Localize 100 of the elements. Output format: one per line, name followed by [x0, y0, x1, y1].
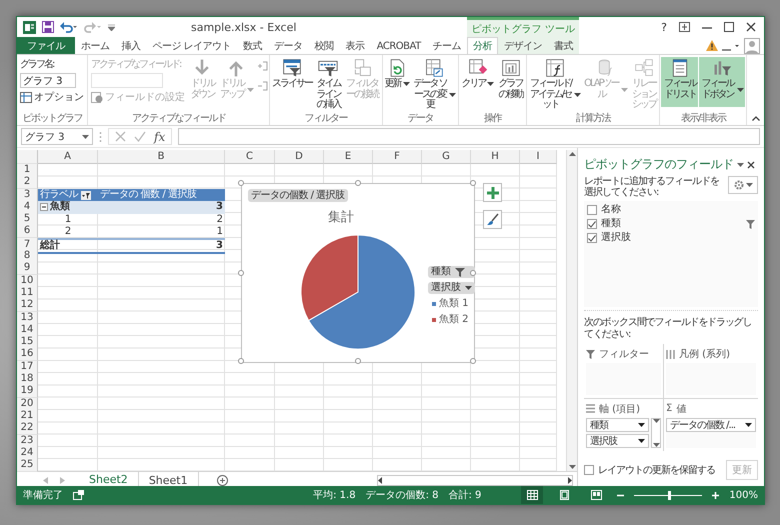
area-label: フィルター — [599, 348, 649, 361]
ribbon-tab[interactable]: 書式 — [548, 37, 580, 54]
ribbon-button[interactable]: 更新 — [384, 57, 411, 107]
chart-name-field[interactable]: グラフ 3 — [20, 73, 76, 88]
insert-function-button[interactable]: fx — [154, 130, 166, 144]
ribbon-button[interactable]: スライサー — [271, 57, 314, 107]
row-number: 10 — [17, 274, 38, 288]
tools-button[interactable] — [728, 176, 758, 194]
customize-icon[interactable] — [108, 24, 115, 30]
checkbox[interactable] — [587, 219, 597, 229]
field-name[interactable]: 選択肢 — [601, 232, 755, 244]
ribbon-tab[interactable]: チーム — [426, 37, 468, 54]
ribbon-tab[interactable]: 挿入 — [116, 37, 146, 54]
zoom-level[interactable]: 100% — [729, 490, 758, 500]
row-number: 4 — [17, 200, 38, 214]
active-field-input[interactable] — [91, 73, 163, 88]
macro-record-icon[interactable] — [73, 490, 84, 500]
zoom-thumb[interactable] — [668, 490, 672, 500]
view-button[interactable] — [521, 486, 544, 504]
row-number: 23 — [17, 434, 38, 448]
file-tab[interactable]: ファイル — [17, 37, 75, 54]
field-name[interactable]: 名称 — [601, 204, 755, 216]
ribbon-tab[interactable]: ホーム — [75, 37, 116, 54]
drop-area[interactable]: データの個数 /... — [666, 418, 756, 448]
close-icon[interactable] — [746, 160, 754, 168]
caret-icon — [745, 422, 752, 426]
status-stat[interactable]: 平均: 1.8 — [313, 488, 356, 502]
caret-icon — [568, 465, 576, 470]
caret-icon — [746, 183, 752, 187]
caret-icon — [247, 88, 254, 92]
pill-scrollbar[interactable] — [651, 418, 661, 448]
ribbon-tab[interactable]: 数式 — [237, 37, 268, 54]
chart-styles-button[interactable] — [483, 210, 502, 229]
maximize-icon[interactable] — [724, 22, 734, 32]
options-button[interactable]: オプション — [20, 90, 84, 104]
drop-area[interactable]: 種類 選択肢 — [586, 418, 661, 448]
ribbon-tab[interactable]: ACROBAT — [370, 37, 427, 54]
ribbon-button[interactable]: フィールドリスト — [661, 57, 698, 107]
axis-field-button[interactable]: 種類 — [428, 266, 475, 278]
add-sheet-icon[interactable] — [216, 474, 228, 486]
timeline-funnel-icon — [317, 58, 340, 78]
group-label: フィルター — [304, 112, 349, 125]
undo-icon[interactable] — [60, 21, 78, 33]
ribbon-button[interactable]: タイムラインの挿入 — [314, 57, 343, 112]
chart-area[interactable]: データの個数 / 選択肢 集計 種類 選択肢 魚類 1 魚類 2 — [241, 183, 475, 363]
save-icon[interactable] — [42, 21, 54, 33]
ribbon-button[interactable]: データ ソースの変更 — [412, 57, 458, 112]
collapse-icon[interactable] — [40, 203, 48, 212]
area-label: 凡例 (系列) — [679, 348, 730, 361]
formula-input[interactable] — [178, 128, 760, 145]
row-number: 5 — [17, 213, 38, 226]
field-pill[interactable]: 選択肢 — [586, 434, 649, 448]
chart-elements-button[interactable] — [483, 183, 502, 202]
row-number: 24 — [17, 446, 38, 460]
excel-logo-icon[interactable] — [23, 20, 36, 34]
ribbon-tab[interactable]: デザイン — [498, 37, 548, 54]
ribbon-button[interactable]: クリア — [460, 57, 496, 107]
field-pill[interactable]: 種類 — [586, 418, 649, 432]
ribbon-tab[interactable]: ページ レイアウト — [146, 37, 238, 54]
collapse-field-icon — [256, 81, 268, 91]
checkbox[interactable] — [584, 465, 594, 475]
field-name[interactable]: 種類 — [601, 218, 742, 230]
help-button[interactable]: ? — [661, 20, 667, 34]
ribbon-tab[interactable]: 分析 — [467, 37, 498, 54]
collapse-ribbon-icon[interactable] — [752, 116, 760, 121]
filter-dropdown-icon[interactable] — [81, 190, 91, 200]
options-icon — [20, 92, 32, 102]
scroll-up-icon — [568, 152, 576, 156]
table-cell: 3 — [98, 200, 225, 214]
ribbon-tab[interactable]: 校閲 — [308, 37, 340, 54]
normal-view-icon — [526, 490, 538, 500]
field-pill[interactable]: データの個数 /... — [666, 418, 756, 432]
ribbon-tab[interactable]: 表示 — [340, 37, 371, 54]
ribbon-tab[interactable]: データ — [268, 37, 309, 54]
checkbox-label[interactable]: レイアウトの更新を保留する — [598, 463, 715, 477]
value-field-button[interactable]: データの個数 / 選択肢 — [248, 189, 348, 202]
ribbon-display-icon[interactable] — [679, 22, 690, 32]
axis-field-button[interactable]: 選択肢 — [428, 282, 475, 294]
ribbon-button[interactable]: フィールド/アイテム/セット — [528, 57, 582, 112]
name-box[interactable]: グラフ 3 — [21, 128, 93, 145]
row-number: 15 — [17, 336, 38, 350]
table-cell: 3 — [98, 238, 225, 254]
status-stat[interactable]: 合計: 9 — [448, 488, 482, 502]
resize-handle[interactable] — [470, 358, 476, 364]
caret-icon — [652, 442, 660, 446]
funnel-panel-icon — [281, 58, 304, 78]
checkbox[interactable] — [587, 233, 597, 243]
row-number: 16 — [17, 348, 38, 362]
table-cell-text: 1 — [64, 213, 72, 226]
expand-field-icon — [256, 61, 268, 71]
resize-handle[interactable] — [355, 358, 361, 364]
ribbon-button[interactable]: グラフの移動 — [496, 57, 525, 107]
zoom-in-icon[interactable] — [712, 492, 720, 498]
horizontal-scrollbar[interactable] — [377, 474, 573, 486]
vertical-scrollbar[interactable] — [566, 150, 577, 472]
ribbon-button[interactable]: フィールドボタン — [699, 57, 745, 107]
checkbox[interactable] — [587, 205, 597, 215]
close-icon[interactable] — [746, 22, 756, 32]
caret-icon — [574, 92, 581, 97]
status-stat[interactable]: データの個数: 8 — [366, 488, 438, 502]
